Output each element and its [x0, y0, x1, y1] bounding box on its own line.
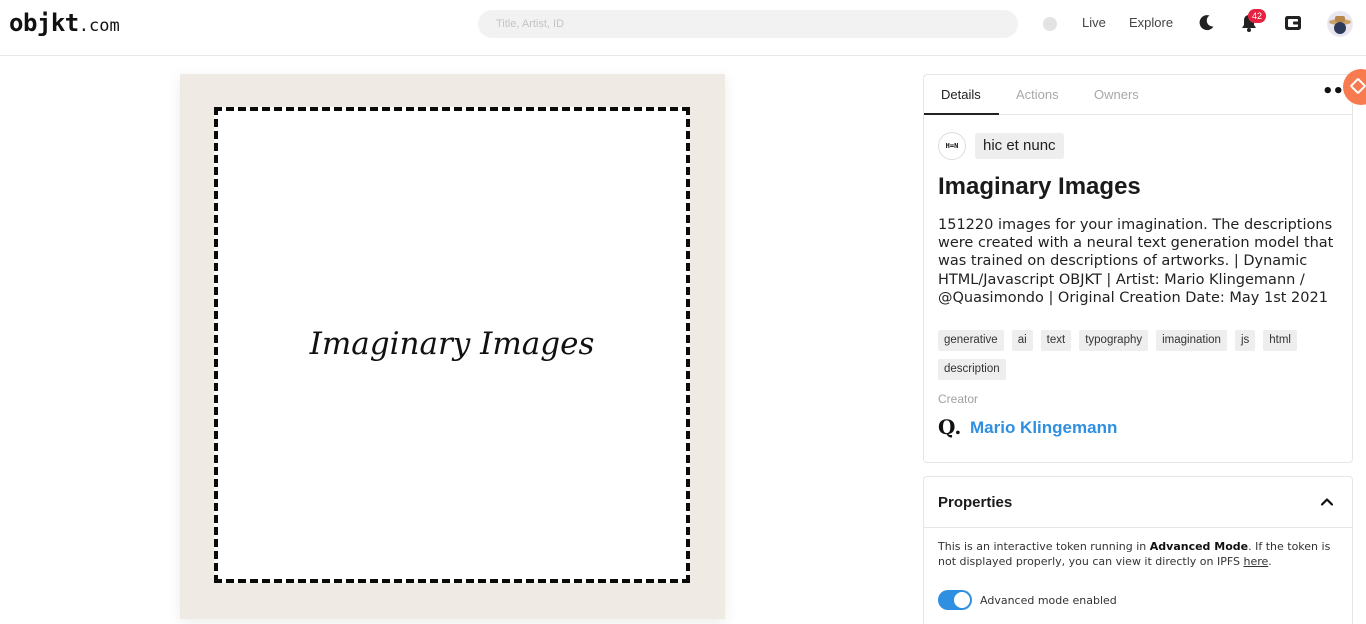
- platform-chip[interactable]: hic et nunc: [975, 133, 1064, 159]
- tag-imagination[interactable]: imagination: [1156, 330, 1227, 351]
- tag-generative[interactable]: generative: [938, 330, 1004, 351]
- active-tab-underline: [924, 113, 999, 115]
- hicetnunc-logo: H=N: [938, 132, 966, 160]
- details-tabs: Details Actions Owners •••: [924, 75, 1355, 115]
- tag-list: generative ai text typography imaginatio…: [938, 330, 1343, 380]
- toggle-knob: [954, 592, 970, 608]
- nav-explore-link[interactable]: Explore: [1129, 15, 1173, 30]
- notice-text-end: .: [1268, 554, 1272, 568]
- tab-details[interactable]: Details: [941, 87, 981, 102]
- chevron-up-icon[interactable]: [1319, 494, 1335, 510]
- logo-text: objkt: [9, 9, 79, 37]
- network-status-indicator: [1043, 17, 1057, 31]
- advanced-mode-notice: This is an interactive token running in …: [938, 540, 1338, 569]
- notification-count-badge: 42: [1248, 9, 1266, 23]
- artwork-dashed-frame: Imaginary Images: [214, 107, 690, 583]
- logo-tld: .com: [78, 16, 120, 36]
- search-input[interactable]: [478, 10, 1018, 38]
- properties-header[interactable]: Properties: [924, 477, 1352, 528]
- token-description: 151220 images for your imagination. The …: [938, 217, 1334, 306]
- tab-actions[interactable]: Actions: [1016, 87, 1059, 102]
- tag-js[interactable]: js: [1234, 330, 1256, 351]
- properties-panel: Properties This is an interactive token …: [923, 476, 1353, 624]
- nav-live-link[interactable]: Live: [1082, 15, 1106, 30]
- token-title: Imaginary Images: [938, 173, 1141, 200]
- artwork-preview-title: Imaginary Images: [309, 326, 595, 362]
- creator-label: Creator: [938, 392, 979, 406]
- token-details-panel: Details Actions Owners ••• H=N hic et nu…: [923, 74, 1355, 463]
- moon-icon[interactable]: [1196, 13, 1216, 33]
- ipfs-link[interactable]: here: [1244, 555, 1269, 568]
- creator-avatar[interactable]: Q.: [938, 416, 961, 438]
- top-navigation-bar: objkt.com Live Explore 42: [0, 0, 1366, 56]
- artwork-preview[interactable]: Imaginary Images: [180, 74, 725, 619]
- properties-title: Properties: [938, 494, 1013, 511]
- tag-ai[interactable]: ai: [1011, 330, 1033, 351]
- tag-text[interactable]: text: [1040, 330, 1072, 351]
- tag-typography[interactable]: typography: [1079, 330, 1149, 351]
- tag-html[interactable]: html: [1263, 330, 1297, 351]
- advanced-mode-label: Advanced mode enabled: [980, 594, 1117, 607]
- notice-text-bold: Advanced Mode: [1149, 540, 1249, 553]
- advanced-mode-toggle[interactable]: [938, 590, 972, 610]
- creator-name-link[interactable]: Mario Klingemann: [970, 418, 1117, 438]
- tag-description[interactable]: description: [938, 359, 1006, 380]
- wallet-icon[interactable]: [1283, 13, 1303, 33]
- objkt-logo[interactable]: objkt.com: [9, 9, 120, 37]
- tab-owners[interactable]: Owners: [1094, 87, 1139, 102]
- user-avatar[interactable]: [1327, 11, 1353, 37]
- diamond-icon: [1349, 77, 1366, 95]
- notice-text-start: This is an interactive token running in: [938, 540, 1150, 553]
